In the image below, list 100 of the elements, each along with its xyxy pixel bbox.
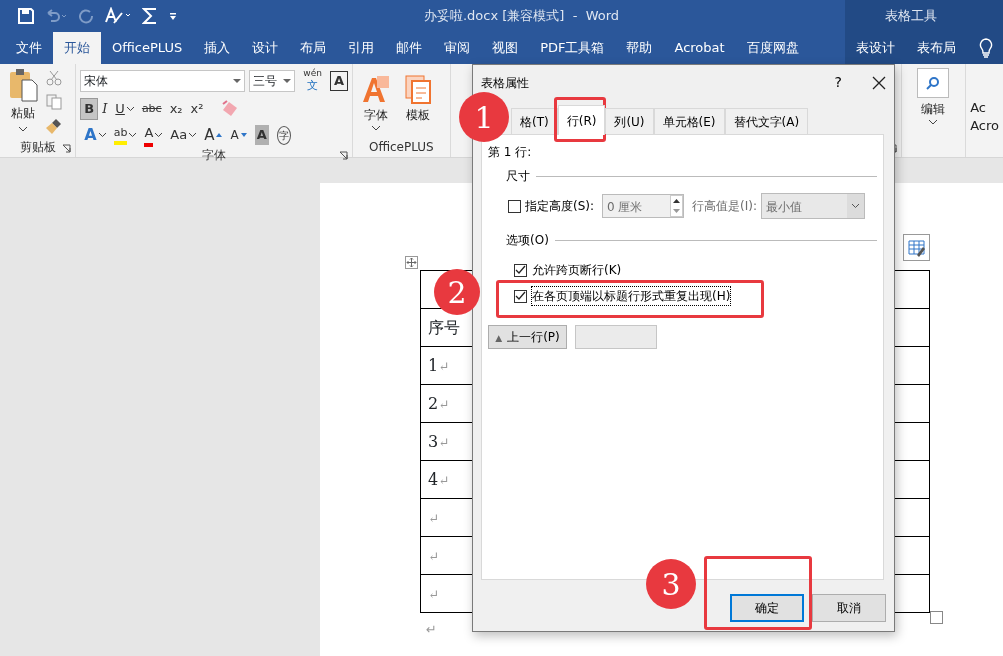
dialog-launcher-icon[interactable] — [338, 151, 348, 160]
brush-icon[interactable] — [46, 118, 62, 134]
caret-icon — [126, 107, 134, 111]
document-icon — [402, 74, 433, 104]
editing-button[interactable]: 编辑 — [913, 68, 954, 137]
caret-icon — [19, 127, 27, 132]
dialog-title: 表格属性 — [481, 74, 530, 92]
checkbox-label: 在各页顶端以标题行形式重复出现(H) — [532, 287, 731, 305]
spelling-icon[interactable] — [104, 7, 132, 25]
checkbox-label: 允许跨页断行(K) — [532, 262, 622, 279]
font-size-field[interactable]: 三号 — [249, 70, 296, 92]
format-button[interactable]: A — [140, 124, 167, 146]
dialog-tab[interactable]: 替代文字(A) — [724, 108, 809, 134]
paragraph-mark: ↵ — [438, 472, 450, 488]
caret-icon — [371, 126, 380, 131]
ribbon-tab[interactable]: 审阅 — [433, 32, 482, 64]
row-heading: 第 1 行: — [488, 144, 533, 161]
ribbon-tab[interactable]: 插入 — [193, 32, 242, 64]
format-button[interactable]: I — [98, 98, 112, 120]
cancel-button[interactable]: 取消 — [812, 594, 886, 622]
paragraph-mark: ↵ — [438, 396, 450, 412]
ribbon-tab[interactable]: 帮助 — [615, 32, 664, 64]
format-button[interactable]: A — [226, 124, 251, 146]
increase-icon — [216, 133, 223, 137]
dialog-tab[interactable]: 行(R) — [557, 105, 606, 135]
ribbon-tab[interactable]: 百度网盘 — [735, 32, 810, 64]
save-icon[interactable] — [18, 8, 34, 24]
format-button[interactable]: abc — [137, 98, 166, 120]
ribbon-tab[interactable]: 文件 — [5, 32, 53, 64]
spin-arrows-icon — [670, 195, 684, 217]
officeplus-button[interactable]: 模板 — [398, 74, 437, 137]
ribbon-tab[interactable]: 表设计 — [845, 32, 906, 64]
ribbon-tab[interactable]: 设计 — [241, 32, 290, 64]
format-button[interactable]: A — [80, 124, 110, 146]
caret-icon — [129, 133, 137, 137]
table-move-handle-icon[interactable] — [405, 256, 418, 269]
ribbon-tab[interactable]: 引用 — [337, 32, 386, 64]
scissors-icon[interactable] — [46, 70, 62, 86]
character-border-button[interactable]: A — [329, 71, 348, 91]
ribbon-tab[interactable]: Acrobat — [663, 32, 736, 64]
decrease-icon — [240, 133, 247, 137]
dialog-tab[interactable]: 格(T) — [511, 108, 558, 134]
font-name-field[interactable]: 宋体 — [80, 70, 246, 92]
format-button[interactable]: x₂ — [165, 98, 187, 120]
dialog-tab[interactable]: 单元格(E) — [653, 108, 725, 134]
help-button[interactable]: ? — [828, 71, 848, 94]
cell-text: 2 — [428, 393, 439, 413]
table-resize-handle[interactable] — [930, 611, 943, 624]
caret-icon — [283, 78, 292, 84]
paragraph-mark: ↵ — [438, 358, 450, 374]
cell-text: 1 — [428, 355, 439, 375]
customize-icon[interactable] — [168, 10, 178, 22]
paste-button[interactable]: 粘贴 — [4, 68, 42, 137]
group-label: 剪贴板 — [19, 139, 56, 156]
format-button[interactable]: B — [80, 98, 99, 120]
checkbox[interactable] — [514, 263, 527, 277]
format-button[interactable]: Aa — [166, 124, 201, 146]
field-label: 行高值是(I): — [692, 198, 757, 215]
format-button[interactable]: U — [111, 98, 138, 120]
checkbox[interactable] — [514, 289, 527, 303]
paragraph-mark: ↵ — [428, 510, 439, 526]
window-title: 办妥啦.docx [兼容模式] - Word — [422, 7, 621, 26]
caret-icon — [98, 133, 106, 137]
ribbon-tab[interactable]: 视图 — [481, 32, 530, 64]
group-label: OfficePLUS — [368, 139, 434, 156]
group-label: 字体 — [202, 147, 227, 164]
close-icon[interactable] — [872, 75, 886, 90]
previous-row-button[interactable]: ▲ 上一行(P) — [488, 325, 567, 349]
context-tab-label: 表格工具 — [885, 7, 937, 26]
ribbon-tab[interactable]: 表布局 — [906, 32, 967, 64]
lightbulb-icon[interactable] — [979, 38, 993, 58]
ribbon-tab[interactable]: PDF工具箱 — [529, 32, 616, 64]
letter-icon — [360, 74, 391, 104]
acrobat-button[interactable]: Ac Acro — [970, 100, 999, 134]
caret-icon — [929, 120, 938, 125]
caret-icon — [155, 133, 163, 137]
dialog-launcher-icon[interactable] — [62, 144, 72, 153]
paragraph-mark: ↵ — [428, 586, 439, 602]
cell-text: 4 — [428, 469, 439, 489]
ribbon-tab[interactable]: OfficePLUS — [101, 32, 194, 64]
sum-icon[interactable] — [142, 7, 158, 25]
ribbon-tab[interactable]: 布局 — [289, 32, 338, 64]
checkbox-label: 指定高度(S): — [525, 198, 595, 215]
cell-text: 3 — [428, 431, 439, 451]
search-icon — [926, 76, 941, 90]
ribbon-tab[interactable]: 开始 — [53, 32, 101, 64]
ok-button[interactable]: 确定 — [730, 594, 804, 622]
clipboard-icon — [8, 68, 38, 102]
format-button[interactable]: A — [200, 124, 227, 146]
section-label: 尺寸 — [506, 168, 530, 185]
officeplus-button[interactable]: 字体 — [356, 74, 395, 137]
paragraph-mark: ↵ — [428, 548, 439, 564]
phonetic-guide-button[interactable]: wén 文 — [299, 68, 326, 94]
dialog-tab[interactable]: 列(U) — [605, 108, 654, 134]
table-options-icon[interactable] — [903, 234, 930, 261]
format-button[interactable]: x² — [186, 98, 208, 120]
caret-icon — [189, 133, 197, 137]
format-button[interactable]: ab — [109, 124, 141, 146]
ribbon-tab[interactable]: 邮件 — [385, 32, 434, 64]
section-label: 选项(O) — [506, 232, 549, 249]
